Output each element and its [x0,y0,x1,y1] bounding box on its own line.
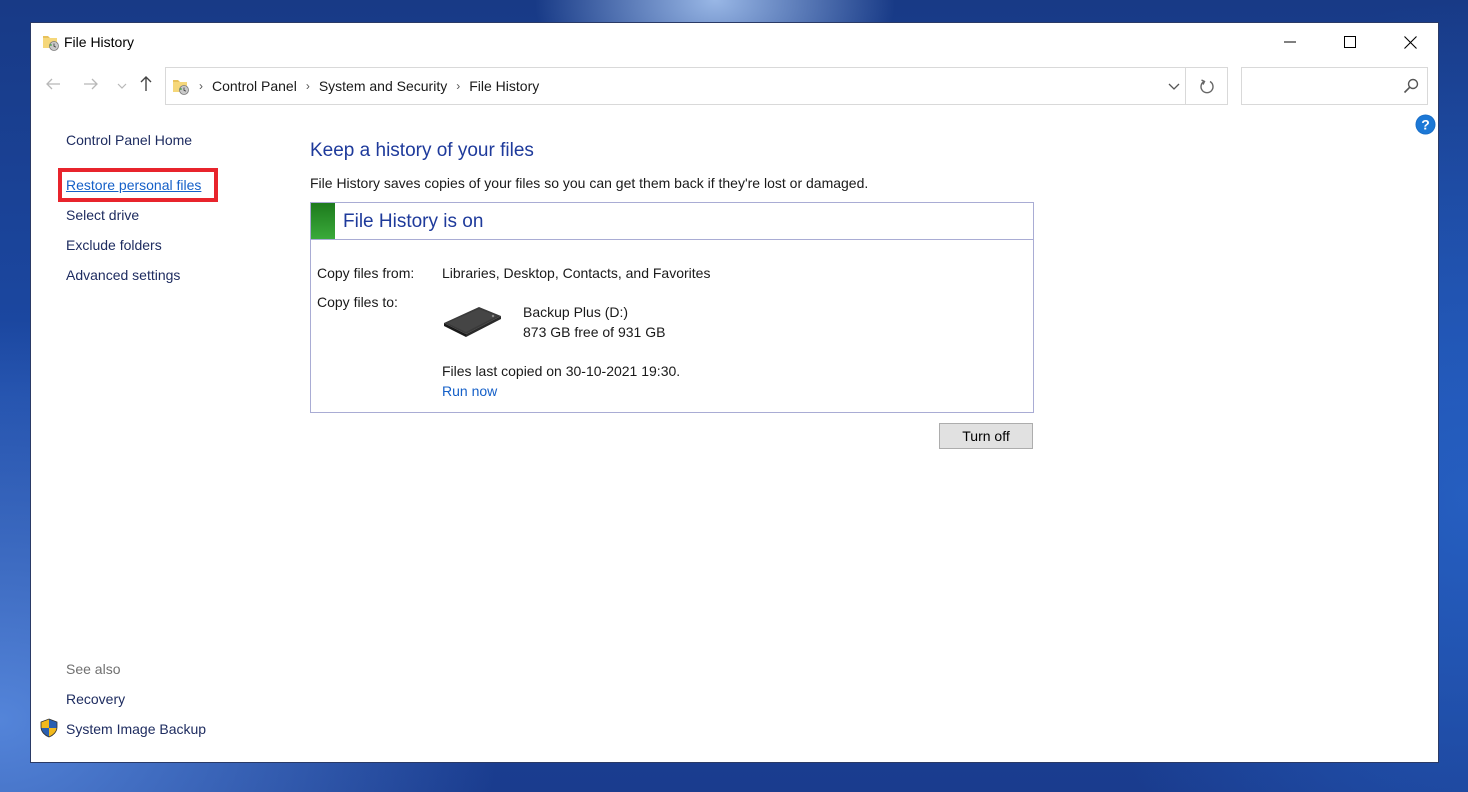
drive-name: Backup Plus (D:) [523,304,629,320]
search-input[interactable] [1248,76,1398,96]
back-button[interactable] [45,75,61,96]
uac-shield-icon [40,718,58,738]
minimize-icon [1284,41,1296,43]
copy-from-label: Copy files from: [317,265,415,281]
see-also-recovery-link[interactable]: Recovery [66,691,125,707]
file-history-icon [43,36,59,51]
copy-from-value: Libraries, Desktop, Contacts, and Favori… [442,265,711,281]
breadcrumb-separator-icon[interactable]: › [456,79,460,93]
minimize-button[interactable] [1261,23,1319,61]
breadcrumb-control-panel[interactable]: Control Panel [212,78,297,94]
status-header: File History is on [311,203,1033,240]
status-on-indicator [311,203,335,239]
arrow-right-icon [84,78,98,90]
up-button[interactable] [139,75,153,97]
search-icon[interactable] [1403,78,1419,94]
refresh-button[interactable] [1185,68,1227,104]
sidebar-item-control-panel-home[interactable]: Control Panel Home [66,132,192,148]
drive-free-space: 873 GB free of 931 GB [523,324,666,340]
sidebar-item-restore-personal-files[interactable]: Restore personal files [66,177,201,193]
breadcrumb-file-history[interactable]: File History [469,78,539,94]
refresh-icon [1199,78,1214,93]
sidebar-item-select-drive[interactable]: Select drive [66,207,139,223]
breadcrumb-separator-icon[interactable]: › [199,79,203,93]
maximize-button[interactable] [1321,23,1379,61]
search-box[interactable] [1241,67,1428,105]
address-dropdown-button[interactable] [1163,68,1185,104]
svg-text:?: ? [1421,117,1430,133]
breadcrumb-separator-icon[interactable]: › [306,79,310,93]
see-also-system-image-backup-link[interactable]: System Image Backup [66,721,206,737]
turn-off-button[interactable]: Turn off [939,423,1033,449]
maximize-icon [1344,36,1356,48]
chevron-down-icon [117,83,127,89]
sidebar-item-exclude-folders[interactable]: Exclude folders [66,237,162,253]
sidebar-item-advanced-settings[interactable]: Advanced settings [66,267,180,283]
address-bar[interactable]: › Control Panel › System and Security › … [165,67,1228,105]
chevron-down-icon [1168,83,1180,90]
page-title: Keep a history of your files [310,140,534,161]
file-history-icon [173,80,189,95]
last-copied-text: Files last copied on 30-10-2021 19:30. [442,363,681,379]
page-description: File History saves copies of your files … [310,175,869,191]
close-button[interactable] [1381,23,1439,61]
recent-locations-button[interactable] [117,80,127,92]
help-icon[interactable]: ? [1415,114,1436,135]
close-icon [1403,35,1417,49]
breadcrumb-system-and-security[interactable]: System and Security [319,78,447,94]
status-title: File History is on [343,211,484,232]
file-history-window: File History › Control Panel › System an… [30,22,1439,763]
see-also-heading: See also [66,661,121,677]
forward-button[interactable] [83,75,99,96]
run-now-link[interactable]: Run now [442,383,497,399]
window-title: File History [64,34,135,50]
arrow-left-icon [46,78,60,90]
arrow-up-icon [140,76,152,91]
external-drive-icon [444,307,501,337]
title-bar: File History [31,23,1438,61]
copy-to-label: Copy files to: [317,294,398,310]
file-history-status-panel: File History is on Copy files from: Libr… [310,202,1034,413]
